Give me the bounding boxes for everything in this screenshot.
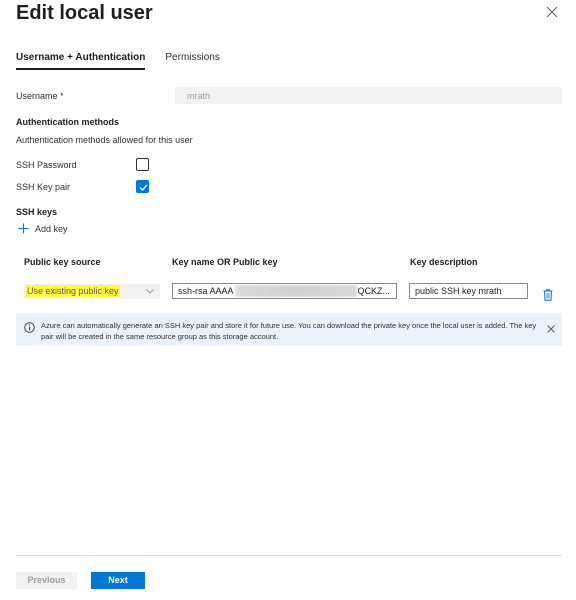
add-key-button[interactable]: Add key: [18, 223, 68, 234]
public-key-prefix: ssh-rsa AAAA: [178, 286, 234, 296]
key-description-input[interactable]: public SSH key mrath: [409, 283, 528, 299]
dismiss-icon[interactable]: [547, 320, 555, 338]
ssh-keys-heading: SSH keys: [16, 207, 58, 217]
close-icon[interactable]: [546, 5, 560, 19]
plus-icon: [18, 223, 29, 234]
previous-button[interactable]: Previous: [16, 572, 77, 589]
public-key-source-value: Use existing public key: [26, 285, 120, 297]
ssh-keypair-label: SSH Key pair: [16, 182, 71, 192]
column-header-key-description: Key description: [410, 257, 478, 267]
dialog-title: Edit local user: [16, 2, 153, 24]
chevron-down-icon: [146, 289, 154, 294]
checkmark-icon: [139, 184, 148, 191]
auth-description: Authentication methods allowed for this …: [16, 135, 193, 145]
auth-heading: Authentication methods: [16, 117, 119, 127]
ssh-keypair-checkbox[interactable]: [136, 180, 149, 193]
info-message-bar: Azure can automatically generate an SSH …: [16, 313, 562, 346]
column-header-public-key-source: Public key source: [24, 257, 101, 267]
trash-icon[interactable]: [543, 288, 553, 306]
info-message-text: Azure can automatically generate an SSH …: [41, 321, 537, 341]
column-header-key-name: Key name OR Public key: [172, 257, 278, 267]
tab-permissions[interactable]: Permissions: [165, 52, 219, 70]
ssh-password-checkbox[interactable]: [136, 158, 149, 171]
tab-bar: Username + Authentication Permissions: [16, 52, 220, 70]
username-field[interactable]: [175, 87, 562, 104]
next-button[interactable]: Next: [91, 572, 145, 589]
footer-divider: [16, 555, 562, 556]
ssh-password-label: SSH Password: [16, 160, 77, 170]
redacted-key-blur: [235, 285, 357, 297]
add-key-label: Add key: [35, 223, 68, 234]
username-label: Username *: [16, 91, 64, 101]
public-key-source-select[interactable]: Use existing public key: [24, 284, 160, 299]
public-key-suffix: QCKZ...: [357, 286, 390, 296]
info-icon: [24, 320, 35, 338]
tab-username-authentication[interactable]: Username + Authentication: [16, 52, 146, 70]
